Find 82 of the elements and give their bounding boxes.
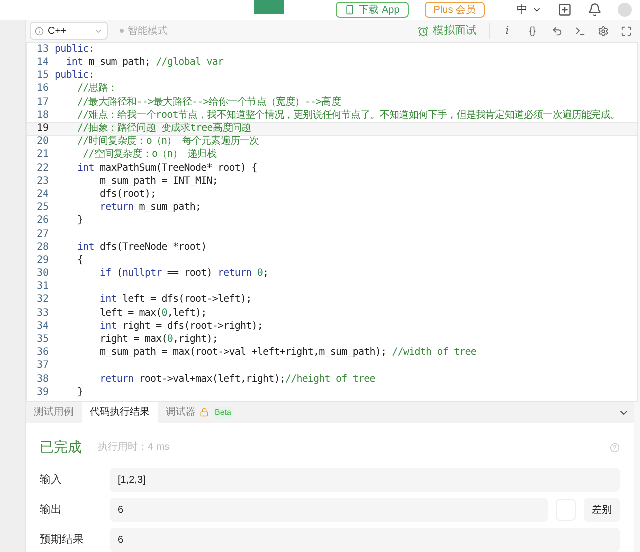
line-number: 28 [36, 242, 50, 254]
result-tab[interactable]: 调试器 Beta [158, 402, 242, 423]
line-number: 24 [36, 188, 50, 201]
line-number: 37 [36, 360, 50, 372]
line-number: 39 [36, 386, 50, 399]
line-number: 38 [36, 374, 50, 386]
code-text: } [76, 215, 84, 228]
code-text: //时间复杂度：o（n） 每个元素遍历一次 [76, 136, 260, 148]
line-number: 15 [36, 70, 50, 82]
code-text: //最大路径和-->最大路径-->给你一个节点（宽度）-->高度 [76, 96, 341, 109]
info-icon [35, 26, 44, 36]
bell-icon[interactable] [588, 3, 602, 17]
runtime-text: 执行用时：4 ms [98, 440, 170, 455]
code-text: return root->val+max(left,right);//height of tree [98, 374, 376, 386]
code-editor[interactable] [26, 42, 638, 402]
mock-interview-button[interactable]: 模拟面试 [418, 22, 490, 40]
code-text: //思路： [76, 83, 118, 96]
code-text: //难点：给我一个root节点，我不知道整个情况，更别说任何节点了。不知道如何下手，但是我肯定知道必须一次遍历能完成。 [76, 110, 620, 122]
info-button[interactable]: i [502, 22, 514, 40]
result-label: 预期结果 [40, 532, 85, 548]
result-tab[interactable]: 代码执行结果 [82, 402, 158, 423]
code-text: public: [55, 44, 94, 56]
code-text: if (nullptr == root) return 0; [98, 268, 269, 280]
line-number: 22 [36, 162, 50, 175]
terminal-icon[interactable] [575, 26, 586, 37]
line-number: 35 [36, 334, 50, 346]
plus-membership-button[interactable]: Plus 会员 [424, 2, 485, 18]
code-text: m_sum_path = max(root->val +left+right,m_sum_path); //width of tree [98, 347, 477, 360]
status-text: 已完成 [40, 438, 82, 457]
undo-icon[interactable] [552, 26, 563, 37]
line-number: 23 [36, 176, 50, 188]
download-app-button[interactable]: 下载 App [336, 2, 409, 18]
lock-icon [200, 408, 209, 418]
line-number: 20 [36, 136, 50, 148]
code-text: int dfs(TreeNode *root) [76, 242, 207, 254]
result-tab[interactable]: 测试用例 [26, 402, 82, 423]
line-number: 26 [36, 215, 50, 228]
code-text: } [76, 386, 84, 399]
language-select[interactable]: C++ [30, 22, 108, 40]
code-text: int left = dfs(root->left); [98, 294, 252, 306]
line-number: 29 [36, 254, 50, 267]
code-text: //抽象：路径问题 变成求tree高度问题 [76, 123, 252, 136]
result-label: 输出 [40, 502, 63, 518]
line-number: 21 [36, 149, 50, 162]
beta-badge: Beta [213, 406, 234, 419]
code-text: right = max(0,right); [98, 334, 218, 346]
alarm-clock-icon [418, 26, 429, 37]
code-text: int right = dfs(root->right); [98, 320, 263, 333]
result-value-field: 6 [110, 528, 620, 552]
result-value-field: 6 [110, 498, 548, 522]
line-number: 34 [36, 320, 50, 333]
line-number: 27 [36, 228, 50, 241]
line-number: 13 [36, 44, 50, 56]
line-number: 30 [36, 268, 50, 280]
code-text: int m_sum_path; //global var [65, 57, 224, 70]
line-number: 25 [36, 202, 50, 214]
diff-button[interactable]: 差别 [584, 498, 620, 522]
code-text: left = max(0,left); [98, 308, 207, 320]
code-text: dfs(root); [98, 188, 156, 201]
line-number: 36 [36, 347, 50, 360]
language-button[interactable]: 中 [517, 2, 542, 18]
console-icon[interactable] [558, 3, 572, 17]
line-number: 33 [36, 308, 50, 320]
settings-icon[interactable] [598, 26, 609, 37]
result-value-field: [1,2,3] [110, 468, 620, 492]
code-text: { [76, 254, 84, 267]
line-number: 14 [36, 57, 50, 70]
code-text: return m_sum_path; [98, 202, 202, 214]
code-text: //空间复杂度：o（n） 递归栈 [82, 149, 217, 162]
line-number: 16 [36, 83, 50, 96]
result-label: 输入 [40, 472, 63, 488]
line-number: 19 [36, 123, 50, 136]
fullscreen-icon[interactable] [621, 26, 632, 37]
line-number: 17 [36, 96, 50, 109]
phone-icon [345, 5, 356, 15]
format-button[interactable]: {} [525, 24, 540, 39]
code-text: int maxPathSum(TreeNode* root) { [76, 162, 258, 175]
line-number: 32 [36, 294, 50, 306]
line-number: 18 [36, 110, 50, 122]
code-text: public: [55, 70, 94, 82]
code-text: m_sum_path = INT_MIN; [98, 176, 218, 188]
line-number: 31 [36, 281, 50, 294]
